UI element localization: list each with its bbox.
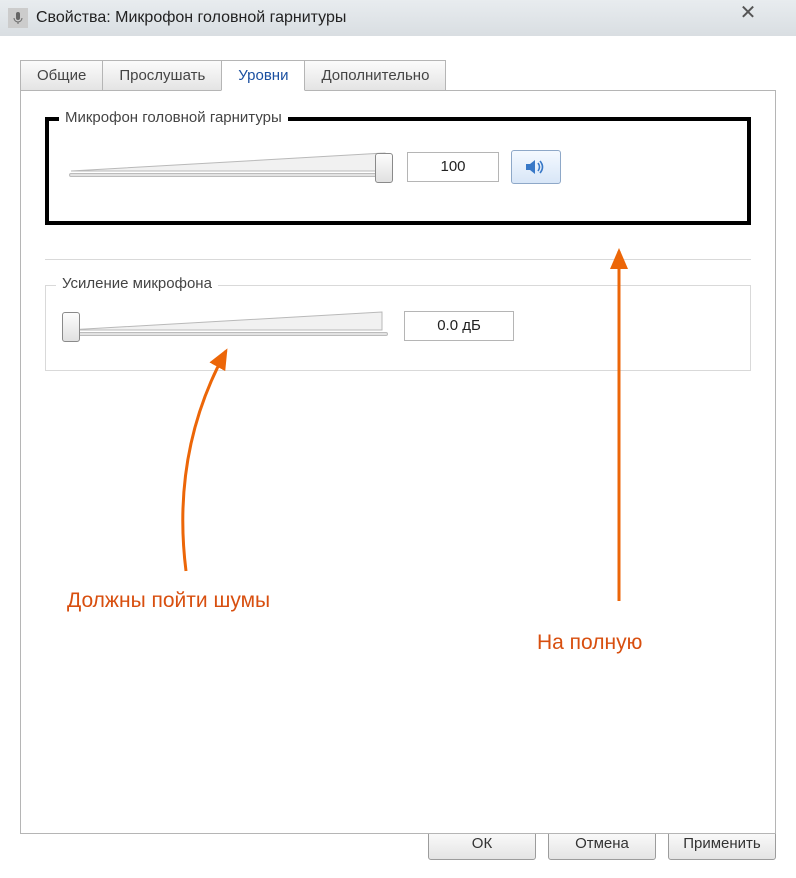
apply-button-label: Применить (683, 835, 761, 852)
group-mic-gain: Усиление микрофона 0.0 дБ (45, 285, 751, 371)
group-mic-gain-legend: Усиление микрофона (56, 275, 218, 292)
ok-button-label: ОК (472, 835, 492, 852)
tab-panel-levels: Микрофон головной гарнитуры 100 (20, 90, 776, 834)
tab-general-label: Общие (37, 67, 86, 84)
microphone-icon (8, 8, 28, 28)
mic-gain-value[interactable]: 0.0 дБ (404, 311, 514, 341)
tab-listen[interactable]: Прослушать (102, 60, 222, 91)
tab-listen-label: Прослушать (119, 67, 205, 84)
mic-gain-slider[interactable] (62, 308, 392, 344)
mic-level-slider[interactable] (65, 149, 395, 185)
mic-level-track (69, 173, 391, 177)
close-button[interactable]: ✕ (724, 2, 772, 24)
mic-gain-wedge (62, 308, 392, 344)
mic-level-thumb[interactable] (375, 153, 393, 183)
tab-advanced[interactable]: Дополнительно (304, 60, 446, 91)
mic-gain-row: 0.0 дБ (46, 286, 750, 344)
mic-level-row: 100 (49, 121, 747, 185)
window-title: Свойства: Микрофон головной гарнитуры (36, 9, 346, 27)
annotation-noise: Должны пойти шумы (67, 589, 270, 613)
tab-levels[interactable]: Уровни (221, 60, 305, 91)
mic-level-wedge (65, 149, 395, 185)
group-mic-level-legend: Микрофон головной гарнитуры (59, 109, 288, 126)
titlebar: Свойства: Микрофон головной гарнитуры (0, 0, 796, 36)
arrow-noise-icon (161, 341, 281, 581)
cancel-button-label: Отмена (575, 835, 629, 852)
annotation-full: На полную (537, 631, 642, 655)
tab-levels-label: Уровни (238, 67, 288, 84)
mic-gain-track (66, 332, 388, 336)
tab-strip: Общие Прослушать Уровни Дополнительно (20, 60, 776, 91)
section-divider (45, 259, 751, 260)
tab-general[interactable]: Общие (20, 60, 103, 91)
group-mic-level: Микрофон головной гарнитуры 100 (45, 117, 751, 225)
speaker-icon (524, 157, 548, 177)
mic-gain-thumb[interactable] (62, 312, 80, 342)
mute-button[interactable] (511, 150, 561, 184)
dialog-body: Общие Прослушать Уровни Дополнительно Ми… (0, 36, 796, 878)
mic-level-value[interactable]: 100 (407, 152, 499, 182)
tab-advanced-label: Дополнительно (321, 67, 429, 84)
